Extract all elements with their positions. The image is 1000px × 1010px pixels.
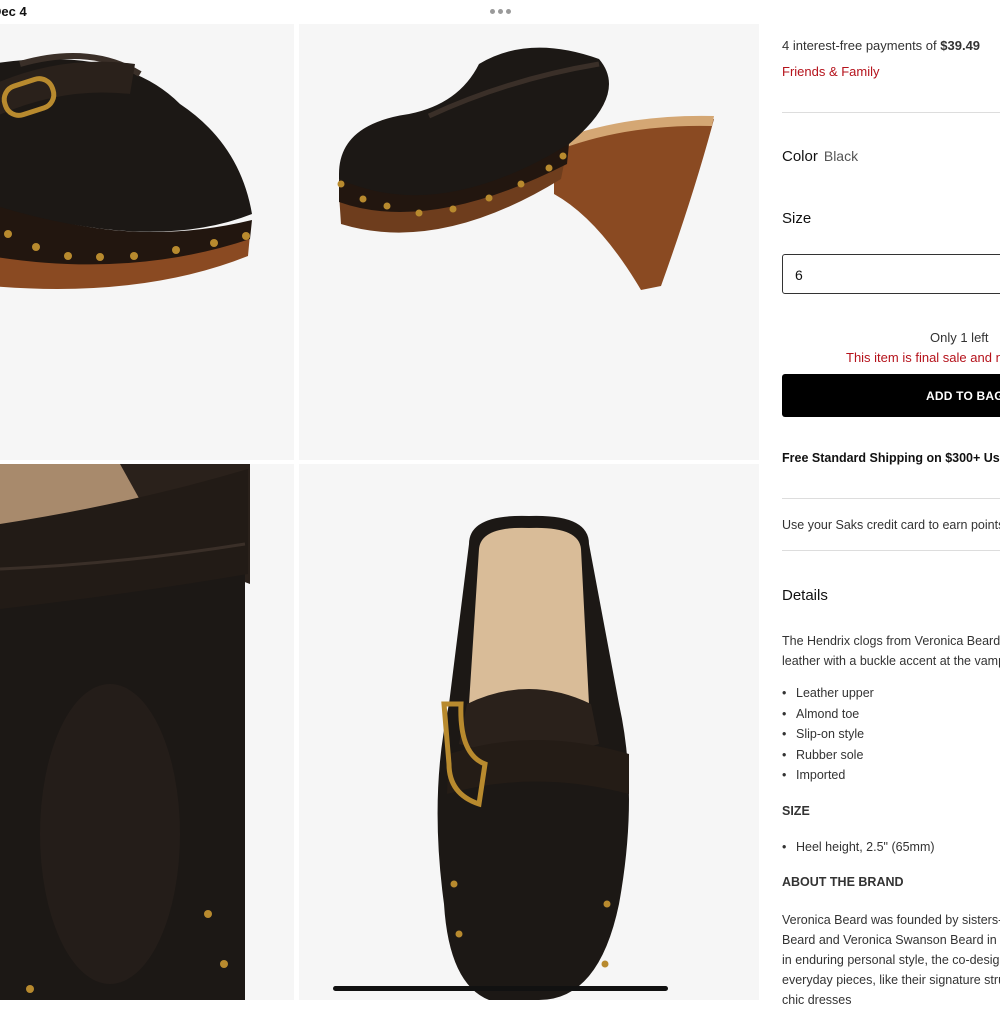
- status-time: Dec 4: [0, 4, 27, 19]
- clog-side-image: [337, 47, 714, 290]
- size-label: Size: [782, 210, 812, 227]
- clog-front-image: [0, 53, 252, 290]
- size-heading: SIZE: [782, 804, 810, 818]
- list-item: Heel height, 2.5" (65mm): [782, 840, 935, 854]
- size-value: 6: [795, 267, 803, 283]
- details-heading[interactable]: Details: [782, 587, 828, 604]
- status-bar: Dec 4: [0, 0, 1000, 22]
- home-indicator[interactable]: [333, 986, 668, 991]
- list-item: Leather upper: [782, 686, 874, 707]
- product-image-4[interactable]: [299, 464, 759, 1000]
- color-value: Black: [823, 148, 859, 164]
- product-description: The Hendrix clogs from Veronica Beard a …: [782, 634, 1000, 668]
- brand-heading: ABOUT THE BRAND: [782, 875, 904, 889]
- product-image-3[interactable]: [0, 464, 294, 1000]
- divider: [782, 112, 1000, 113]
- color-selector: Color Black: [782, 148, 859, 165]
- clog-closeup-image: [0, 464, 250, 1000]
- size-select[interactable]: 6: [782, 254, 1000, 294]
- divider: [782, 550, 1000, 551]
- list-item: Slip-on style: [782, 727, 874, 748]
- add-to-bag-label: ADD TO BAG: [926, 389, 1000, 403]
- brand-description: Veronica Beard was founded by sisters-i …: [782, 913, 1000, 1007]
- stock-notice: Only 1 left: [930, 330, 989, 345]
- clog-top-image: [437, 515, 629, 1000]
- list-item: Almond toe: [782, 707, 874, 728]
- divider: [782, 498, 1000, 499]
- product-image-2[interactable]: [299, 24, 759, 460]
- multitasking-dots-icon[interactable]: [490, 9, 511, 14]
- friends-family-promo[interactable]: Friends & Family: [782, 64, 880, 79]
- feature-list: Leather upper Almond toe Slip-on style R…: [782, 686, 874, 789]
- payments-info: 4 interest-free payments of $39.49: [782, 38, 981, 53]
- payment-amount: $39.49: [940, 38, 981, 53]
- product-image-1[interactable]: [0, 24, 294, 460]
- list-item: Imported: [782, 768, 874, 789]
- list-item: Rubber sole: [782, 748, 874, 769]
- add-to-bag-button[interactable]: ADD TO BAG: [782, 374, 1000, 417]
- credit-card-promo[interactable]: Use your Saks credit card to earn points: [782, 518, 1000, 532]
- shipping-promo: Free Standard Shipping on $300+ Use C: [782, 451, 1000, 465]
- size-list: Heel height, 2.5" (65mm): [782, 840, 935, 854]
- final-sale-notice: This item is final sale and no: [846, 350, 1000, 365]
